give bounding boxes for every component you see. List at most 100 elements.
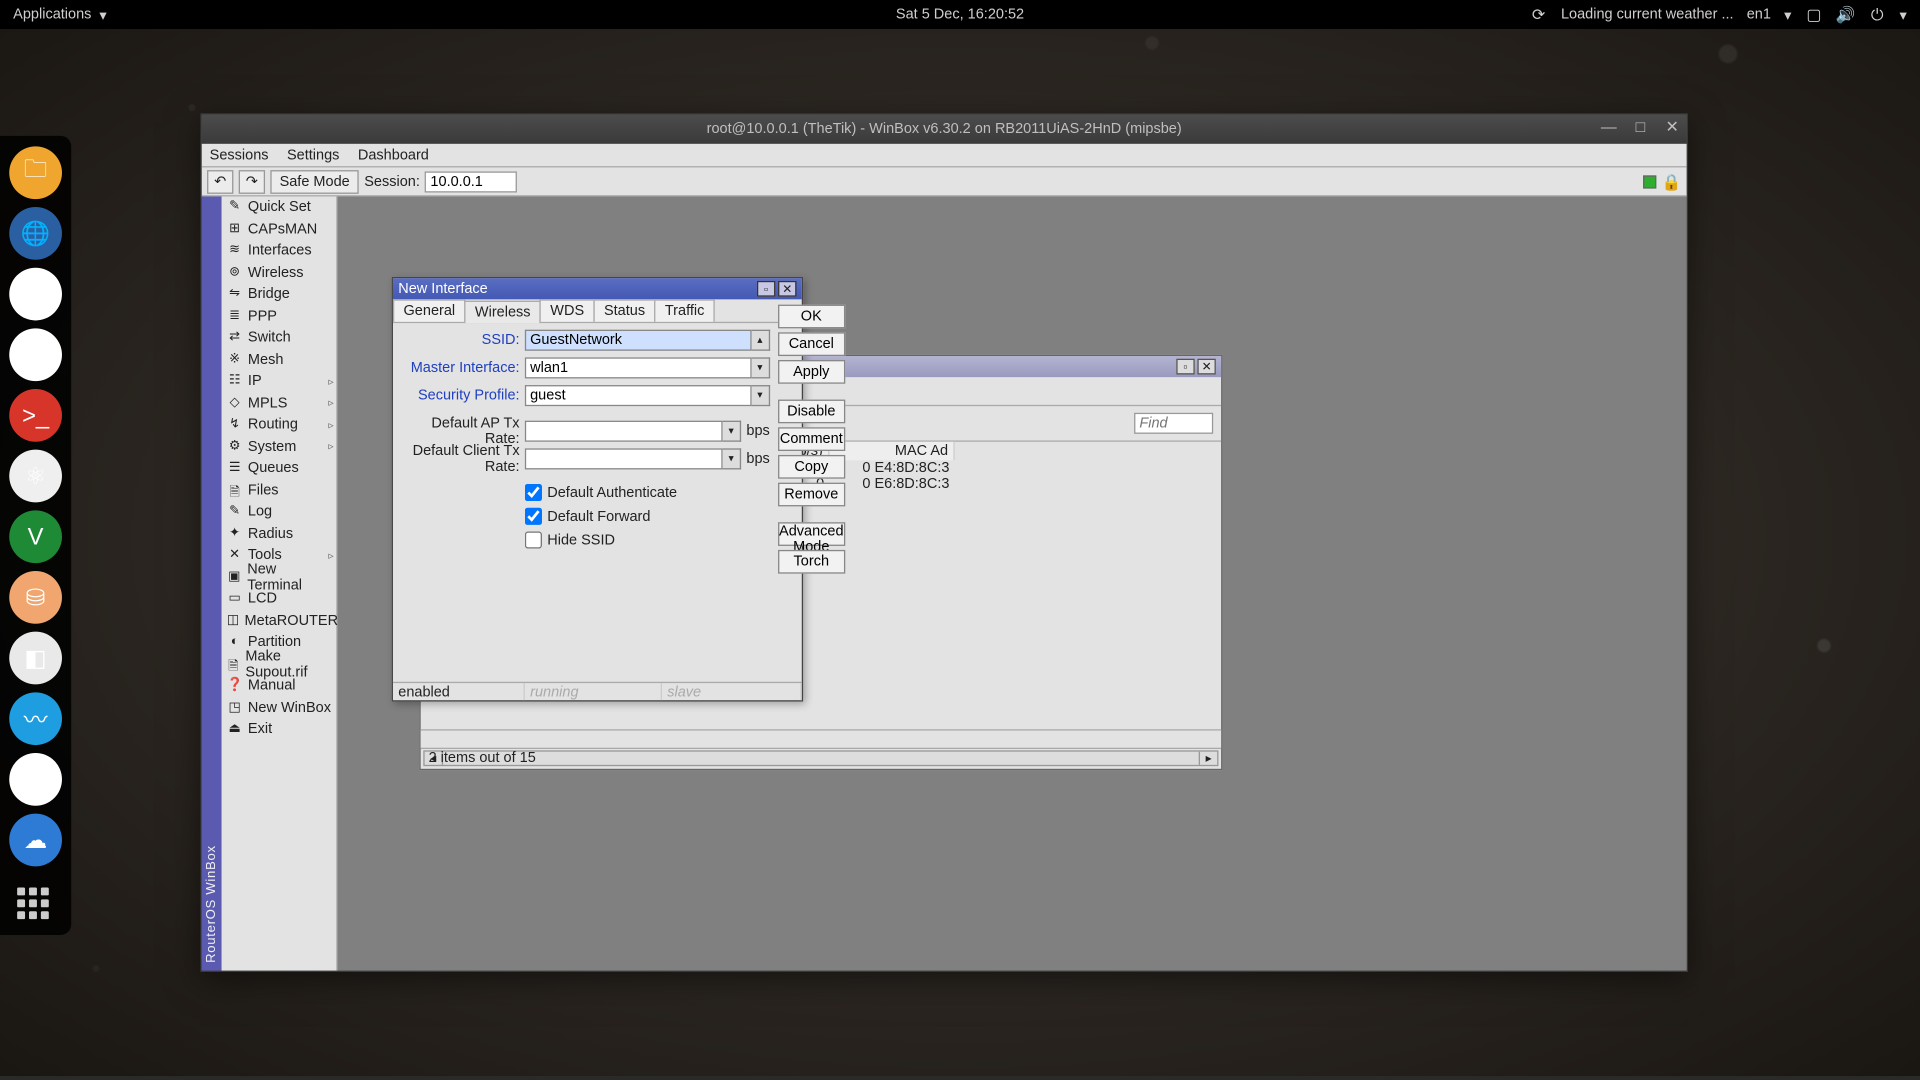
tab-traffic[interactable]: Traffic <box>654 299 715 321</box>
dock-app-tweaks[interactable]: ⚙ <box>9 753 62 806</box>
keyboard-lang[interactable]: en1 <box>1747 7 1771 23</box>
sidebar-item-system[interactable]: ⚙System▹ <box>222 436 337 458</box>
window-titlebar[interactable]: root@10.0.0.1 (TheTik) - WinBox v6.30.2 … <box>202 115 1687 144</box>
tab-wds[interactable]: WDS <box>540 299 595 321</box>
menu-dashboard[interactable]: Dashboard <box>358 147 429 163</box>
redo-button[interactable]: ↷ <box>239 169 265 193</box>
sidebar-item-label: PPP <box>248 308 277 324</box>
power-icon[interactable]: ⏻ <box>1868 5 1886 23</box>
undo-button[interactable]: ↶ <box>207 169 233 193</box>
client-tx-rate-input[interactable] <box>525 448 723 469</box>
sidebar-item-ip[interactable]: ☷IP▹ <box>222 371 337 393</box>
dock-app-files[interactable]: 🗀 <box>9 146 62 199</box>
sidebar-item-new-terminal[interactable]: ▣New Terminal <box>222 566 337 588</box>
clock[interactable]: Sat 5 Dec, 16:20:52 <box>896 7 1024 23</box>
close-button[interactable]: ✕ <box>1663 117 1681 135</box>
advanced-mode-button[interactable]: Advanced Mode <box>778 522 845 546</box>
show-applications-button[interactable] <box>17 887 54 924</box>
default-authenticate-label: Default Authenticate <box>547 485 677 501</box>
copy-button[interactable]: Copy <box>778 455 845 479</box>
lock-icon[interactable]: 🔒 <box>1662 172 1682 190</box>
minimize-button[interactable]: — <box>1600 117 1618 135</box>
sidebar-item-radius[interactable]: ✦Radius <box>222 523 337 545</box>
session-input[interactable] <box>425 171 517 192</box>
sidebar-item-wireless[interactable]: ⊚Wireless <box>222 262 337 284</box>
ap-tx-rate-input[interactable] <box>525 421 723 442</box>
sidebar-icon: ⚙ <box>227 439 243 455</box>
dock-app-slack[interactable]: S <box>9 328 62 381</box>
dock-app-atom[interactable]: ⚛ <box>9 450 62 503</box>
apply-button[interactable]: Apply <box>778 360 845 384</box>
sidebar-item-interfaces[interactable]: ≋Interfaces <box>222 240 337 262</box>
dock-app-terminal[interactable]: >_ <box>9 389 62 442</box>
sidebar-item-mpls[interactable]: ◇MPLS▹ <box>222 392 337 414</box>
ok-button[interactable]: OK <box>778 305 845 329</box>
close-button[interactable]: ✕ <box>778 281 796 297</box>
tab-status[interactable]: Status <box>593 299 655 321</box>
sidebar-item-routing[interactable]: ↯Routing▹ <box>222 414 337 436</box>
sidebar-item-label: IP <box>248 374 262 390</box>
sidebar-item-mesh[interactable]: ※Mesh <box>222 349 337 371</box>
monitor-icon[interactable]: ▢ <box>1805 5 1823 23</box>
menu-settings[interactable]: Settings <box>287 147 339 163</box>
tab-general[interactable]: General <box>393 299 466 321</box>
dock: 🗀 🌐 ✉ S >_ ⚛ V ⛁ ◧ 〰 ⚙ ☁ <box>0 136 71 935</box>
sidebar-item-ppp[interactable]: ≣ PPP <box>222 305 337 327</box>
menu-sessions[interactable]: Sessions <box>210 147 269 163</box>
sidebar-icon: ◳ <box>227 700 243 716</box>
default-authenticate-checkbox[interactable] <box>525 484 542 501</box>
close-button[interactable]: ✕ <box>1197 359 1215 375</box>
tab-wireless[interactable]: Wireless <box>464 301 541 323</box>
master-interface-input[interactable] <box>525 357 751 378</box>
sidebar-item-metarouter[interactable]: ◫MetaROUTER <box>222 610 337 632</box>
sidebar-item-make-supout-rif[interactable]: 🗎Make Supout.rif <box>222 653 337 675</box>
find-input[interactable] <box>1134 413 1213 434</box>
comment-button[interactable]: Comment <box>778 427 845 451</box>
chevron-down-icon: ▾ <box>99 6 106 23</box>
sidebar-item-manual[interactable]: ❓Manual <box>222 675 337 697</box>
dock-app-disk[interactable]: ⛁ <box>9 571 62 624</box>
hide-ssid-checkbox[interactable] <box>525 531 542 548</box>
ssid-input[interactable] <box>525 330 751 351</box>
sidebar-item-new-winbox[interactable]: ◳New WinBox <box>222 697 337 719</box>
dropdown-icon[interactable]: ▾ <box>723 421 741 442</box>
sidebar-item-switch[interactable]: ⇄Switch <box>222 327 337 349</box>
sidebar-item-quick-set[interactable]: ✎Quick Set <box>222 196 337 218</box>
default-forward-checkbox[interactable] <box>525 508 542 525</box>
dock-app-remmina[interactable]: ☁ <box>9 814 62 867</box>
disable-button[interactable]: Disable <box>778 400 845 424</box>
dock-app-iceweasel[interactable]: 🌐 <box>9 207 62 260</box>
dialog-titlebar[interactable]: New Interface ▫ ✕ <box>393 278 802 299</box>
dock-app-mail[interactable]: ✉ <box>9 268 62 321</box>
sidebar-item-files[interactable]: 🗎Files <box>222 479 337 501</box>
ssid-up-icon[interactable]: ▴ <box>751 330 769 351</box>
dock-app-wine[interactable]: ◧ <box>9 632 62 685</box>
sidebar-item-lcd[interactable]: ▭LCD <box>222 588 337 610</box>
sidebar-item-queues[interactable]: ☰Queues <box>222 458 337 480</box>
chevron-right-icon: ▹ <box>328 419 333 431</box>
chevron-down-icon: ▾ <box>1784 6 1791 23</box>
dropdown-icon[interactable]: ▾ <box>723 448 741 469</box>
master-interface-label: Master Interface: <box>401 360 520 376</box>
sidebar-item-bridge[interactable]: ⇋Bridge <box>222 284 337 306</box>
cancel-button[interactable]: Cancel <box>778 332 845 356</box>
minimize-button[interactable]: ▫ <box>1176 359 1194 375</box>
volume-icon[interactable]: 🔊 <box>1836 5 1854 23</box>
dock-app-monitor[interactable]: 〰 <box>9 692 62 745</box>
remove-button[interactable]: Remove <box>778 483 845 507</box>
torch-button[interactable]: Torch <box>778 550 845 574</box>
maximize-button[interactable]: □ <box>1631 117 1649 135</box>
sidebar-item-exit[interactable]: ⏏Exit <box>222 719 337 741</box>
security-profile-input[interactable] <box>525 385 751 406</box>
safe-mode-button[interactable]: Safe Mode <box>270 169 359 193</box>
sidebar-item-log[interactable]: ✎Log <box>222 501 337 523</box>
sidebar-item-capsman[interactable]: ⊞CAPsMAN <box>222 218 337 240</box>
dock-app-vim[interactable]: V <box>9 510 62 563</box>
minimize-button[interactable]: ▫ <box>757 281 775 297</box>
refresh-icon[interactable]: ⟳ <box>1529 5 1547 23</box>
dropdown-icon[interactable]: ▾ <box>751 357 769 378</box>
default-forward-label: Default Forward <box>547 508 650 524</box>
sidebar-icon: ≣ <box>227 308 243 324</box>
applications-menu[interactable]: Applications <box>13 7 91 23</box>
dropdown-icon[interactable]: ▾ <box>751 385 769 406</box>
